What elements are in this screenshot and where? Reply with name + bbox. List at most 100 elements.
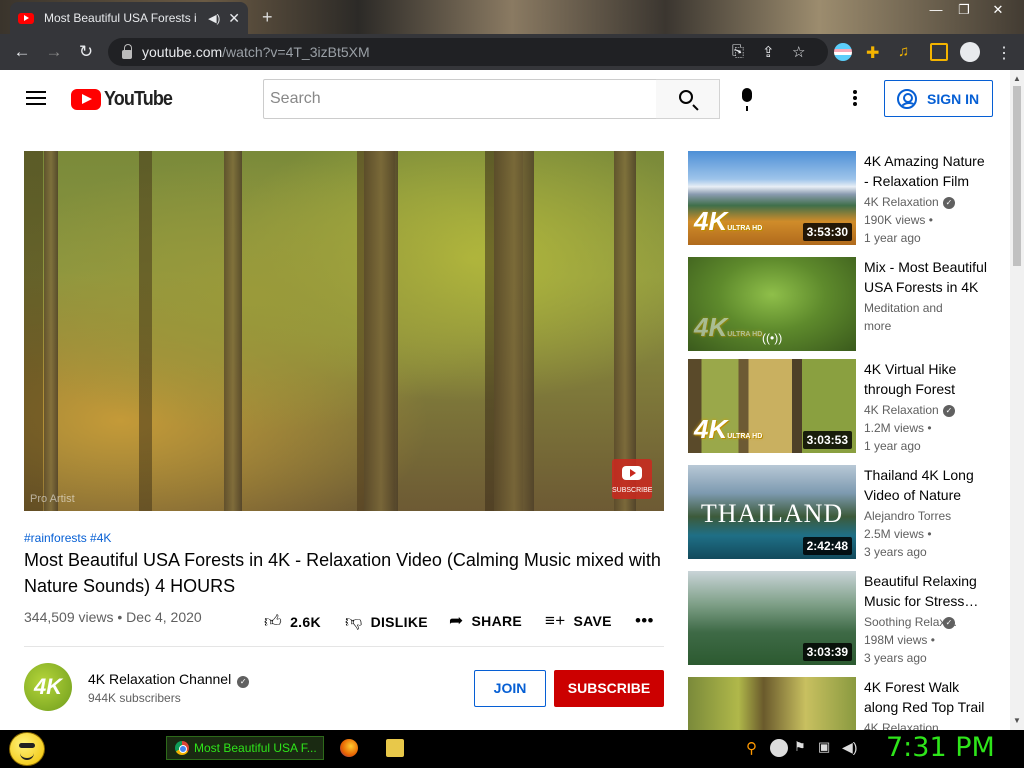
dislike-label: DISLIKE <box>370 613 428 630</box>
video-thumbnail[interactable]: 4KULTRA HD 3:53:30 <box>688 151 856 245</box>
close-window-button[interactable]: ✕ <box>984 2 1012 18</box>
profile-avatar-icon[interactable] <box>960 42 980 62</box>
video-title: Most Beautiful USA Forests in 4K - Relax… <box>24 550 661 596</box>
scroll-down-arrow-icon[interactable]: ▼ <box>1013 716 1021 725</box>
channel-avatar[interactable]: 4K <box>24 663 72 711</box>
video-duration: 3:03:53 <box>802 431 852 449</box>
recommendation-item[interactable]: 4KULTRA HD 3:03:53 4K Virtual Hike throu… <box>688 359 998 455</box>
join-button[interactable]: JOIN <box>474 670 546 707</box>
recommendation-age: 3 years ago <box>864 545 927 559</box>
back-button[interactable]: ← <box>6 42 38 62</box>
save-label: SAVE <box>573 613 612 629</box>
search-button[interactable] <box>656 79 720 119</box>
video-duration: 3:03:39 <box>802 643 852 661</box>
scrollbar-thumb[interactable] <box>1013 86 1021 266</box>
volume-tray-icon[interactable]: ◀) <box>842 739 860 757</box>
recommendation-channel: 4K Relaxation Channel <box>864 721 962 730</box>
dislike-button[interactable]: 👎︎ DISLIKE <box>345 611 428 632</box>
chrome-menu-icon[interactable]: ⋮ <box>996 43 1014 62</box>
share-arrow-icon: ➦ <box>449 611 464 630</box>
file-manager-icon[interactable] <box>386 739 404 757</box>
youtube-logo[interactable]: YouTube <box>71 88 180 111</box>
recommendation-channel: Alejandro Torres <box>864 509 952 523</box>
search-icon <box>679 90 693 104</box>
lock-icon[interactable] <box>122 43 132 59</box>
close-tab-icon[interactable]: ✕ <box>228 10 240 27</box>
video-views-date: 344,509 views • Dec 4, 2020 <box>24 609 202 625</box>
video-thumbnail[interactable] <box>688 677 856 730</box>
new-tab-button[interactable]: + <box>262 7 273 28</box>
thumbs-down-icon: 👎︎ <box>345 612 363 631</box>
search-input[interactable] <box>263 79 657 119</box>
firefox-icon[interactable] <box>340 739 358 757</box>
recommendation-title: Mix - Most Beautiful USA Forests in 4K <box>864 259 987 295</box>
share-page-icon[interactable]: ⇪ <box>762 43 775 61</box>
tree-trunk <box>44 151 58 511</box>
bookmark-star-icon[interactable]: ☆ <box>792 43 805 61</box>
media-playlist-icon[interactable]: ♫ <box>898 43 916 61</box>
reload-button[interactable]: ↻ <box>70 42 102 62</box>
recommendation-item[interactable]: 3:03:39 Beautiful Relaxing Music for Str… <box>688 571 998 667</box>
more-dots-icon: ••• <box>635 611 654 630</box>
flag-tray-icon[interactable]: ⚑ <box>794 739 812 757</box>
maximize-button[interactable]: ❐ <box>950 2 978 18</box>
channel-name[interactable]: 4K Relaxation Channel ✓ <box>88 671 250 688</box>
playlist-add-icon: ≡+ <box>545 611 566 630</box>
tree-trunk <box>224 151 242 511</box>
recommendation-views: 198M views • <box>864 633 935 647</box>
recommendation-views: 1.2M views • <box>864 421 932 435</box>
install-app-icon[interactable]: ⎘ <box>732 43 744 60</box>
side-panel-icon[interactable] <box>930 43 948 61</box>
taskbar-window-title: Most Beautiful USA F... <box>194 741 317 755</box>
scroll-up-arrow-icon[interactable]: ▲ <box>1013 74 1021 83</box>
hamburger-menu-icon[interactable] <box>26 91 46 105</box>
4k-ultrahd-badge: 4KULTRA HD <box>694 206 763 236</box>
video-thumbnail[interactable]: 4KULTRA HD ((•)) <box>688 257 856 351</box>
taskbar-chrome-window[interactable]: Most Beautiful USA F... <box>166 736 324 760</box>
taskbar-clock[interactable]: 7:31 PM <box>886 732 995 763</box>
recommendation-item[interactable]: THAILAND 2:42:48 Thailand 4K Long Video … <box>688 465 998 561</box>
channel-name-text: 4K Relaxation Channel <box>88 671 232 687</box>
tree-trunk <box>494 151 534 511</box>
video-player[interactable]: Pro Artist SUBSCRIBE <box>24 151 664 511</box>
recommendation-item[interactable]: 4KULTRA HD ((•)) Mix - Most Beautiful US… <box>688 257 998 353</box>
sign-in-button[interactable]: SIGN IN <box>884 80 993 117</box>
speaker-icon[interactable]: ◀) <box>208 12 220 25</box>
account-icon <box>897 88 917 109</box>
video-duration: 3:53:30 <box>802 223 852 241</box>
settings-dots-icon[interactable] <box>853 90 857 108</box>
network-tray-icon[interactable]: ▣ <box>818 739 836 757</box>
video-hashtags[interactable]: #rainforests #4K <box>24 531 111 545</box>
extensions-puzzle-icon[interactable]: ✚ <box>866 43 884 62</box>
video-thumbnail[interactable]: THAILAND 2:42:48 <box>688 465 856 559</box>
verified-check-icon: ✓ <box>943 617 955 629</box>
recommendation-item[interactable]: 4KULTRA HD 3:53:30 4K Amazing Nature - R… <box>688 151 998 247</box>
start-button-smiley-icon[interactable] <box>9 732 45 766</box>
share-button[interactable]: ➦ SHARE <box>449 611 522 631</box>
browser-toolbar: ← → ↻ youtube.com /watch?v=4T_3izBt5XM ⎘… <box>0 34 1024 70</box>
video-watermark: Pro Artist <box>30 493 75 505</box>
subscribe-overlay-button[interactable]: SUBSCRIBE <box>612 459 652 499</box>
chrome-icon <box>175 741 189 755</box>
like-button[interactable]: 👍︎ 2.6K <box>264 611 321 632</box>
youtube-header: YouTube SIGN IN <box>0 70 1010 126</box>
minimize-button[interactable]: — <box>922 2 950 17</box>
extension-flag-icon[interactable] <box>834 43 852 61</box>
browser-tab[interactable]: Most Beautiful USA Forests i ◀) ✕ <box>10 2 248 34</box>
tab-title: Most Beautiful USA Forests i <box>44 11 197 25</box>
search-tray-icon[interactable]: ⚲ <box>746 739 764 757</box>
subscribe-button[interactable]: SUBSCRIBE <box>554 670 664 707</box>
status-tray-icon[interactable] <box>770 739 788 757</box>
video-thumbnail[interactable]: 3:03:39 <box>688 571 856 665</box>
recommendation-item[interactable]: 4K Forest Walk along Red Top Trail 4K Re… <box>688 677 998 730</box>
address-bar[interactable]: youtube.com /watch?v=4T_3izBt5XM ⎘ ⇪ ☆ <box>108 38 828 66</box>
thailand-overlay-text: THAILAND <box>700 499 844 528</box>
video-thumbnail[interactable]: 4KULTRA HD 3:03:53 <box>688 359 856 453</box>
recommendation-title: Thailand 4K Long Video of Nature <box>864 467 974 503</box>
tree-trunk <box>364 151 398 511</box>
more-actions-button[interactable]: ••• <box>635 611 654 631</box>
recommendation-age: 1 year ago <box>864 439 921 453</box>
forward-button[interactable]: → <box>38 42 70 62</box>
voice-search-icon[interactable] <box>742 88 752 111</box>
save-button[interactable]: ≡+ SAVE <box>545 611 612 631</box>
